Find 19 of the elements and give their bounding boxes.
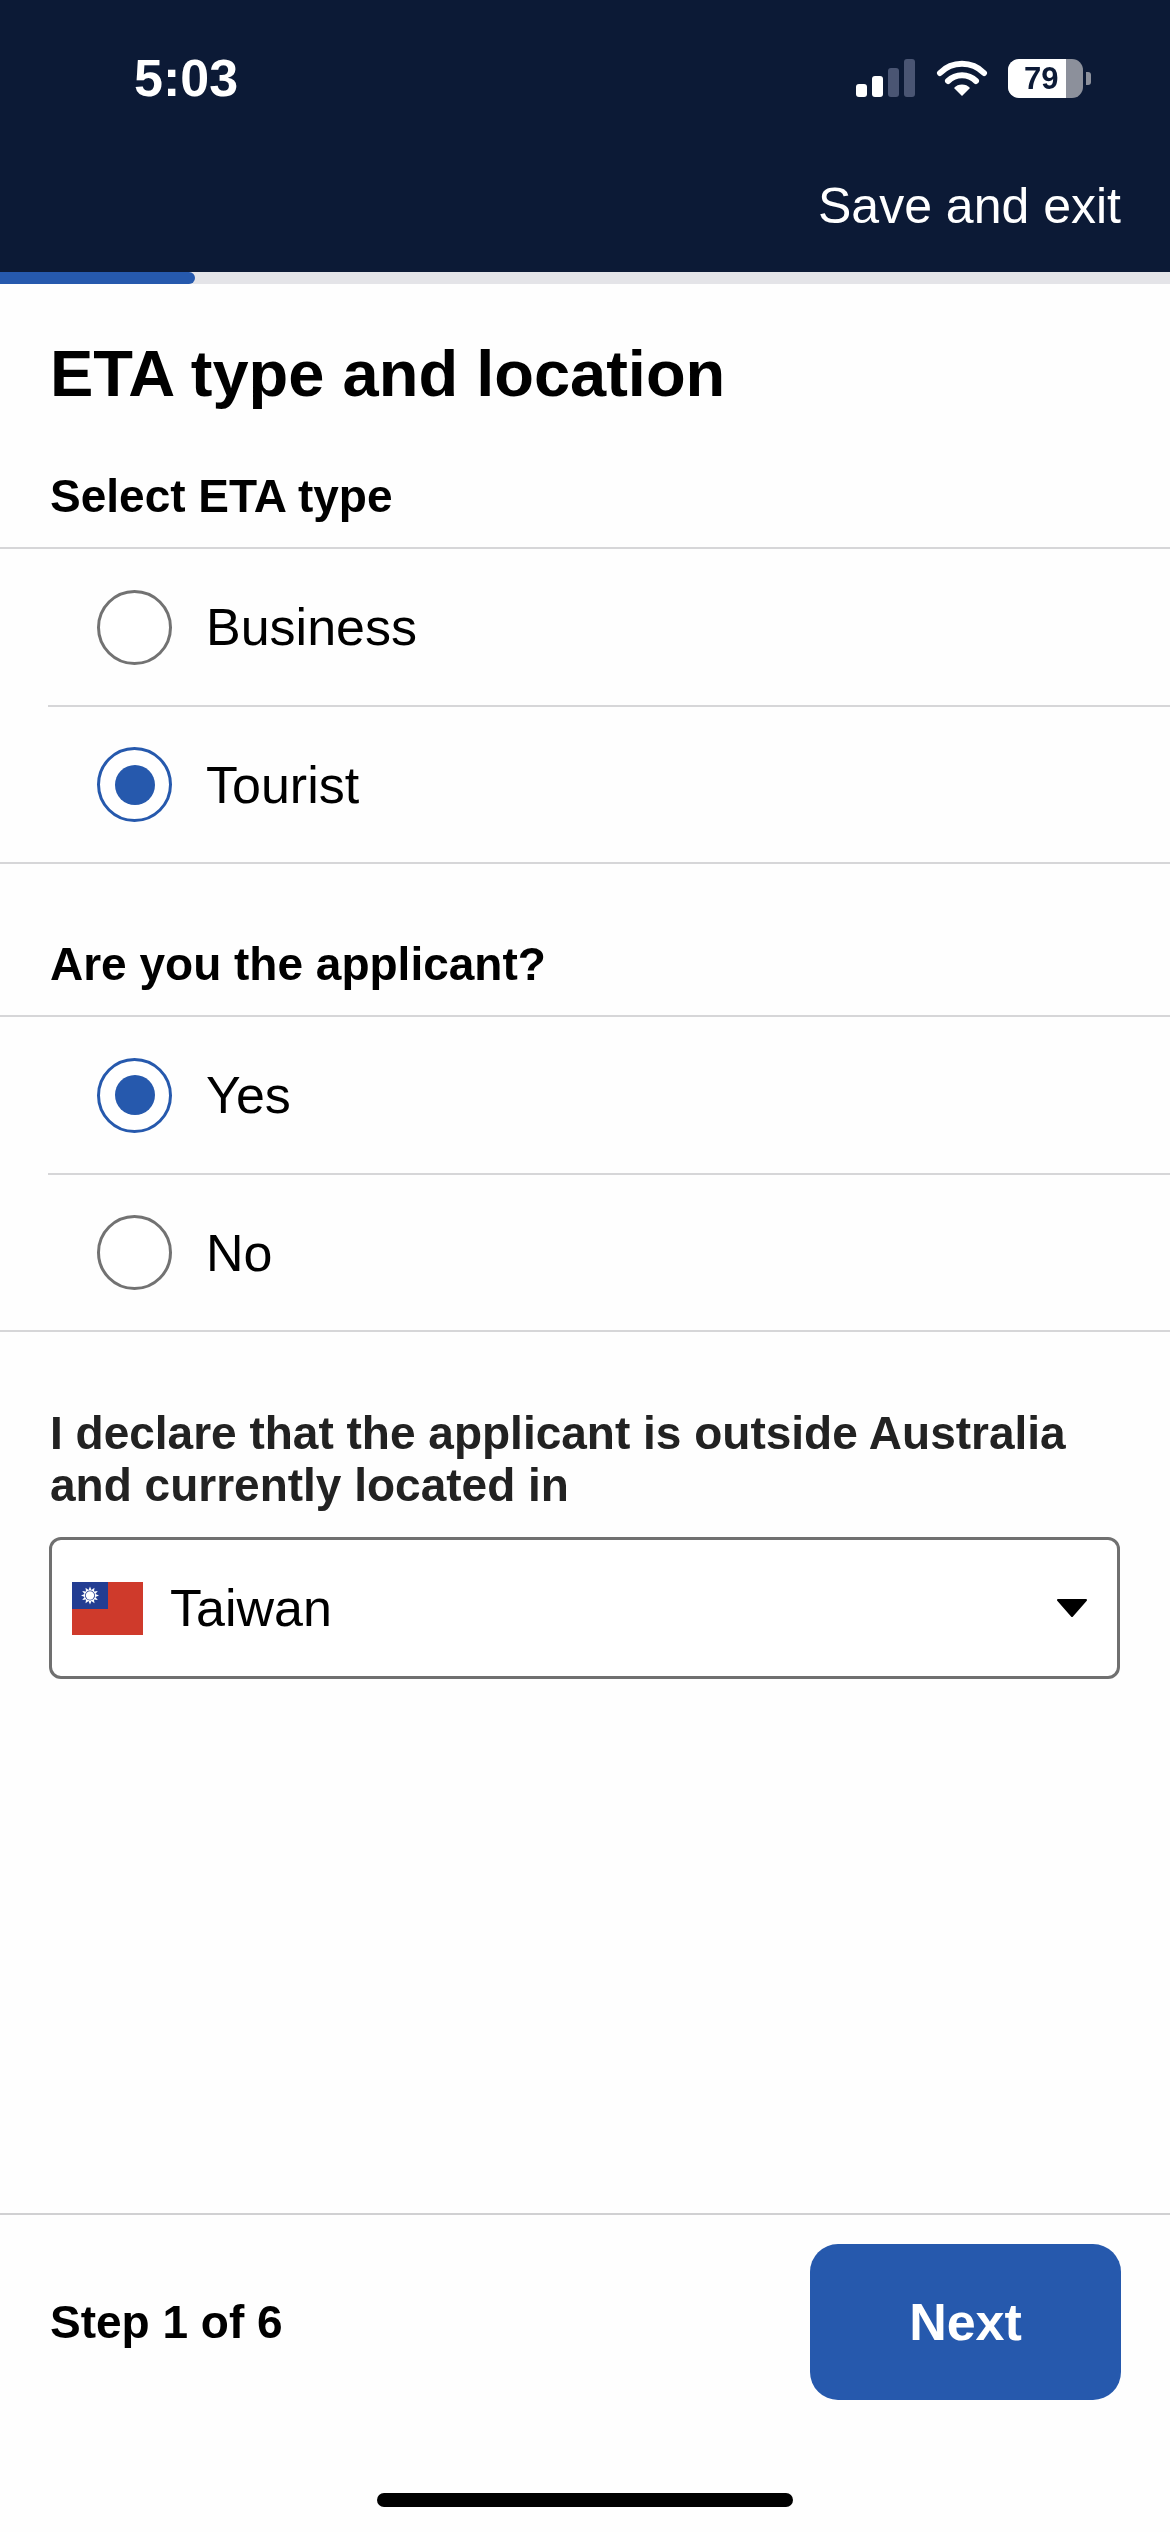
radio-label[interactable]: No — [206, 1222, 273, 1283]
next-button[interactable]: Next — [810, 2244, 1121, 2400]
step-indicator: Step 1 of 6 — [50, 2295, 283, 2349]
flag-icon — [72, 1581, 143, 1635]
radio-label[interactable]: Business — [206, 597, 417, 657]
radio-label[interactable]: Yes — [206, 1065, 291, 1125]
radio-label[interactable]: Tourist — [206, 754, 360, 815]
declaration-text: I declare that the applicant is outside Australia and currently located in — [50, 1407, 1067, 1511]
signal-icon — [856, 59, 916, 97]
battery-percentage: 79 — [1024, 62, 1059, 94]
caret-icon — [1057, 1599, 1087, 1617]
page-title: ETA type and location — [50, 336, 727, 412]
battery-icon — [1008, 58, 1091, 98]
wifi-icon — [936, 59, 988, 97]
status-time: 5:03 — [134, 52, 239, 104]
country-select[interactable]: Taiwan — [49, 1537, 1120, 1679]
question-label: Select ETA type — [50, 469, 394, 524]
save-and-exit-button[interactable]: Save and exit — [818, 177, 1121, 235]
question-label: Are you the applicant? — [50, 937, 547, 992]
